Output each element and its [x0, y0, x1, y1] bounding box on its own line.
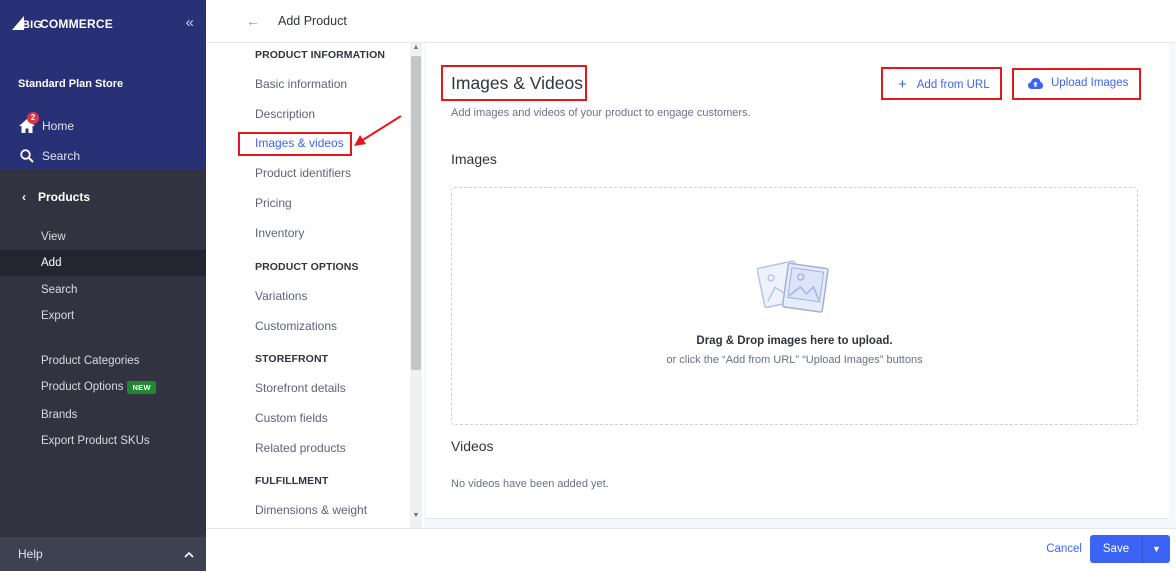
nav-link-dimensions-weight[interactable]: Dimensions & weight: [255, 503, 367, 517]
nav-link-description[interactable]: Description: [255, 107, 315, 121]
save-options-caret-icon[interactable]: ▼: [1143, 544, 1170, 554]
annotation-arrow-icon: [354, 115, 402, 146]
no-videos-message: No videos have been added yet.: [451, 478, 609, 490]
annotation-box-add-from-url: [881, 67, 1002, 100]
sidebar-item-label: Search: [42, 149, 81, 163]
footer-bar: Cancel Save ▼: [206, 528, 1176, 571]
annotation-box-upload-images: [1012, 68, 1141, 100]
sidebar-item-brands[interactable]: Brands: [0, 402, 206, 428]
main-sidebar: BIG COMMERCE « Standard Plan Store 2 Hom…: [0, 0, 206, 571]
sidebar-item-home[interactable]: 2 Home: [18, 112, 75, 134]
help-label: Help: [18, 547, 43, 561]
images-videos-panel: Images & Videos Add images and videos of…: [426, 43, 1169, 519]
page-title: Add Product: [278, 14, 347, 28]
images-heading: Images: [451, 151, 497, 167]
nav-link-storefront-details[interactable]: Storefront details: [255, 381, 346, 395]
store-name: Standard Plan Store: [18, 78, 124, 90]
new-badge: NEW: [127, 380, 156, 394]
image-dropzone[interactable]: Drag & Drop images here to upload. or cl…: [451, 187, 1138, 425]
save-button[interactable]: Save ▼: [1090, 535, 1170, 563]
sidebar-item-product-categories[interactable]: Product Categories: [0, 348, 206, 374]
scrollbar-thumb[interactable]: [411, 56, 421, 370]
sidebar-item-search[interactable]: Search: [18, 148, 80, 164]
nav-link-pricing[interactable]: Pricing: [255, 196, 292, 210]
nav-link-custom-fields[interactable]: Custom fields: [255, 411, 328, 425]
nav-group-product-information: PRODUCT INFORMATION: [255, 49, 386, 61]
products-label: Products: [38, 190, 91, 204]
sidebar-item-add[interactable]: Add: [0, 250, 206, 276]
sidebar-item-label: Product Options: [41, 381, 124, 393]
nav-group-fulfillment: FULFILLMENT: [255, 475, 329, 487]
nav-link-variations[interactable]: Variations: [255, 289, 307, 303]
sidebar-item-view[interactable]: View: [0, 224, 206, 250]
nav-link-inventory[interactable]: Inventory: [255, 226, 304, 240]
cancel-button[interactable]: Cancel: [1046, 543, 1082, 555]
nav-group-storefront: STOREFRONT: [255, 353, 329, 365]
chevron-up-icon: [184, 547, 194, 561]
sidebar-item-search-products[interactable]: Search: [0, 277, 206, 303]
nav-link-basic-information[interactable]: Basic information: [255, 77, 347, 91]
notification-badge: 2: [27, 112, 39, 124]
sidebar-item-product-options[interactable]: Product Options NEW: [0, 374, 206, 400]
sidebar-products-header[interactable]: ‹ Products: [0, 170, 206, 224]
logo-text: COMMERCE: [40, 17, 113, 31]
panel-subtitle: Add images and videos of your product to…: [451, 107, 751, 119]
sidebar-item-export-skus[interactable]: Export Product SKUs: [0, 428, 206, 454]
nav-group-product-options: PRODUCT OPTIONS: [255, 261, 359, 273]
sidebar-item-label: Home: [42, 119, 75, 133]
search-icon: [18, 148, 36, 164]
home-icon: 2: [18, 112, 39, 134]
help-menu[interactable]: Help: [0, 537, 206, 571]
save-label: Save: [1102, 543, 1130, 555]
dropzone-instruction: Drag & Drop images here to upload.: [696, 335, 893, 347]
collapse-sidebar-icon[interactable]: «: [186, 14, 194, 31]
back-arrow-icon[interactable]: ←: [246, 13, 260, 29]
annotation-box-images-videos-link: [238, 132, 352, 156]
page-header: ← Add Product: [206, 0, 1176, 43]
nav-link-customizations[interactable]: Customizations: [255, 319, 337, 333]
scroll-up-icon[interactable]: ▲: [411, 44, 421, 51]
sidebar-item-export[interactable]: Export: [0, 303, 206, 329]
dropzone-hint: or click the “Add from URL” “Upload Imag…: [666, 354, 923, 366]
nav-link-product-identifiers[interactable]: Product identifiers: [255, 166, 351, 180]
sidebar-header: BIG COMMERCE « Standard Plan Store 2 Hom…: [0, 0, 206, 170]
nav-link-related-products[interactable]: Related products: [255, 441, 346, 455]
image-gallery-icon: [756, 256, 831, 323]
chevron-left-icon: ‹: [22, 190, 26, 204]
videos-heading: Videos: [451, 438, 494, 454]
bigcommerce-logo[interactable]: BIG COMMERCE: [12, 14, 113, 34]
scroll-down-icon[interactable]: ▼: [411, 512, 421, 519]
annotation-box-panel-title: [441, 65, 587, 101]
logo-mark: BIG: [12, 14, 42, 34]
